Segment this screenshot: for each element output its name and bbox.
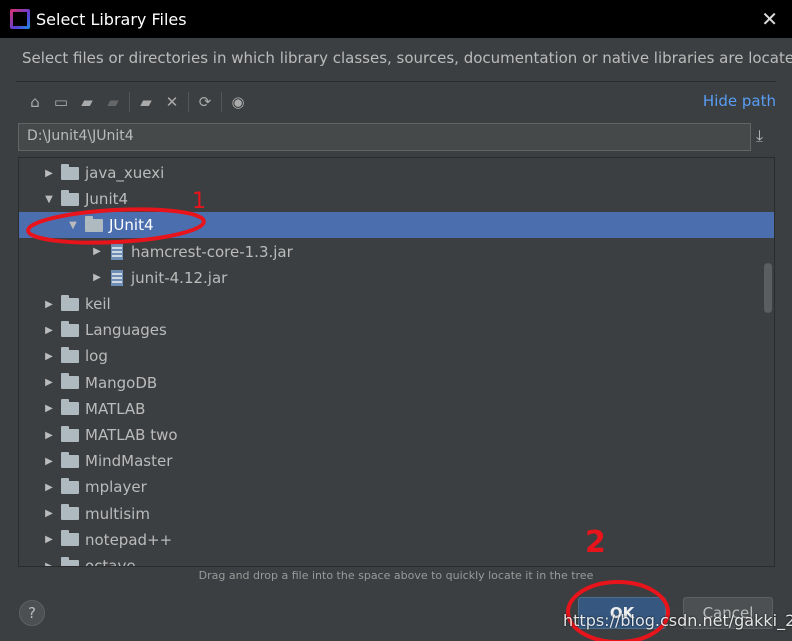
intellij-logo-icon: [10, 9, 30, 29]
module-icon[interactable]: ▰: [100, 90, 126, 114]
collapsed-arrow-icon[interactable]: ▶: [43, 482, 55, 493]
tree-item[interactable]: ▶ MATLAB: [19, 396, 774, 422]
tree-item-label: hamcrest-core-1.3.jar: [131, 242, 293, 261]
collapsed-arrow-icon[interactable]: ▶: [43, 299, 55, 310]
collapsed-arrow-icon[interactable]: ▶: [43, 456, 55, 467]
folder-icon: [61, 504, 79, 521]
delete-icon[interactable]: ✕: [159, 90, 185, 114]
tree-item-label: MangoDB: [85, 373, 158, 392]
tree-item-label: MATLAB two: [85, 426, 178, 444]
tree-item[interactable]: ▶ Languages: [19, 317, 774, 343]
tree-item-label: octave: [85, 557, 136, 567]
dialog-description: Select files or directories in which lib…: [22, 49, 792, 67]
tree-item[interactable]: ▶ junit-4.12.jar: [19, 265, 774, 291]
folder-icon: [61, 189, 79, 206]
tree-item[interactable]: ▶ multisim: [19, 501, 774, 527]
tree-item-label: multisim: [85, 504, 150, 523]
tree-item-label: notepad++: [85, 530, 173, 549]
divider: [16, 81, 776, 82]
collapsed-arrow-icon[interactable]: ▶: [43, 325, 55, 336]
file-tree[interactable]: ▶ java_xuexi ▼ Junit4 ▼ JUnit4 ▶ hamcrest-core-…: [18, 157, 775, 567]
folder-icon: [61, 373, 79, 390]
collapsed-arrow-icon[interactable]: ▶: [43, 430, 55, 441]
tree-item[interactable]: ▶ log: [19, 343, 774, 369]
folder-icon: [61, 320, 79, 337]
tree-item[interactable]: ▶ MATLAB two: [19, 422, 774, 448]
folder-icon: [61, 346, 79, 363]
collapsed-arrow-icon[interactable]: ▶: [43, 403, 55, 414]
collapsed-arrow-icon[interactable]: ▶: [43, 561, 55, 567]
folder-icon: [61, 477, 79, 494]
tree-item-label: MATLAB: [85, 399, 146, 418]
tree-item-label: Junit4: [85, 190, 129, 209]
tree-item[interactable]: ▶ java_xuexi: [19, 160, 774, 186]
home-icon[interactable]: ⌂: [22, 90, 48, 114]
tree-item-label: mplayer: [85, 478, 147, 497]
tree-item[interactable]: ▶ keil: [19, 291, 774, 317]
tree-item-label: java_xuexi: [85, 164, 165, 182]
divider: [129, 92, 130, 112]
folder-icon: [85, 215, 103, 232]
tree-item[interactable]: ▶ mplayer: [19, 474, 774, 500]
tree-item[interactable]: ▶ MangoDB: [19, 370, 774, 396]
tree-item[interactable]: ▶ notepad++: [19, 527, 774, 553]
collapsed-arrow-icon[interactable]: ▶: [43, 377, 55, 388]
tree-item[interactable]: ▶ octave: [19, 553, 774, 567]
divider: [188, 92, 189, 112]
title-bar: Select Library Files ✕: [0, 0, 792, 38]
folder-icon: [61, 451, 79, 468]
folder-icon: [61, 425, 79, 442]
path-input[interactable]: D:\Junit4\JUnit4: [18, 123, 751, 151]
tree-item[interactable]: ▼ Junit4: [19, 186, 774, 212]
expanded-arrow-icon[interactable]: ▼: [67, 220, 79, 231]
watermark: https://blog.csdn.net/gakki_200: [563, 611, 792, 630]
tree-item-label: keil: [85, 295, 111, 313]
folder-icon: [61, 163, 79, 180]
window-title: Select Library Files: [36, 9, 187, 29]
project-icon[interactable]: ▰: [74, 90, 100, 114]
show-hidden-icon[interactable]: ◉: [225, 90, 251, 114]
tree-item-label: Languages: [85, 321, 167, 340]
jar-icon: [111, 243, 123, 260]
tree-item-label: MindMaster: [85, 452, 173, 471]
collapsed-arrow-icon[interactable]: ▶: [43, 351, 55, 362]
tree-item-label: junit-4.12.jar: [131, 268, 228, 287]
collapsed-arrow-icon[interactable]: ▶: [43, 168, 55, 179]
tree-item-label: log: [85, 347, 108, 366]
hide-path-link[interactable]: Hide path: [703, 92, 776, 110]
collapsed-arrow-icon[interactable]: ▶: [43, 534, 55, 545]
tree-item[interactable]: ▶ MindMaster: [19, 448, 774, 474]
toolbar: ⌂ ▭ ▰ ▰ ▰ ✕ ⟳ ◉: [22, 89, 251, 115]
desktop-icon[interactable]: ▭: [48, 90, 74, 114]
help-button[interactable]: ?: [19, 600, 45, 626]
refresh-icon[interactable]: ⟳: [192, 90, 218, 114]
collapsed-arrow-icon[interactable]: ▶: [91, 246, 103, 257]
collapsed-arrow-icon[interactable]: ▶: [91, 272, 103, 283]
expanded-arrow-icon[interactable]: ▼: [43, 194, 55, 205]
drag-drop-hint: Drag and drop a file into the space abov…: [198, 569, 594, 582]
folder-icon: [61, 294, 79, 311]
folder-icon: [61, 399, 79, 416]
close-icon[interactable]: ✕: [761, 7, 778, 31]
tree-item-label: JUnit4: [109, 216, 154, 235]
new-folder-icon[interactable]: ▰: [133, 90, 159, 114]
folder-icon: [61, 556, 79, 566]
download-icon[interactable]: ⤓: [756, 126, 763, 146]
collapsed-arrow-icon[interactable]: ▶: [43, 508, 55, 519]
jar-icon: [111, 269, 123, 286]
folder-icon: [61, 530, 79, 547]
tree-item[interactable]: ▼ JUnit4: [19, 212, 774, 239]
divider: [221, 92, 222, 112]
tree-item[interactable]: ▶ hamcrest-core-1.3.jar: [19, 239, 774, 265]
